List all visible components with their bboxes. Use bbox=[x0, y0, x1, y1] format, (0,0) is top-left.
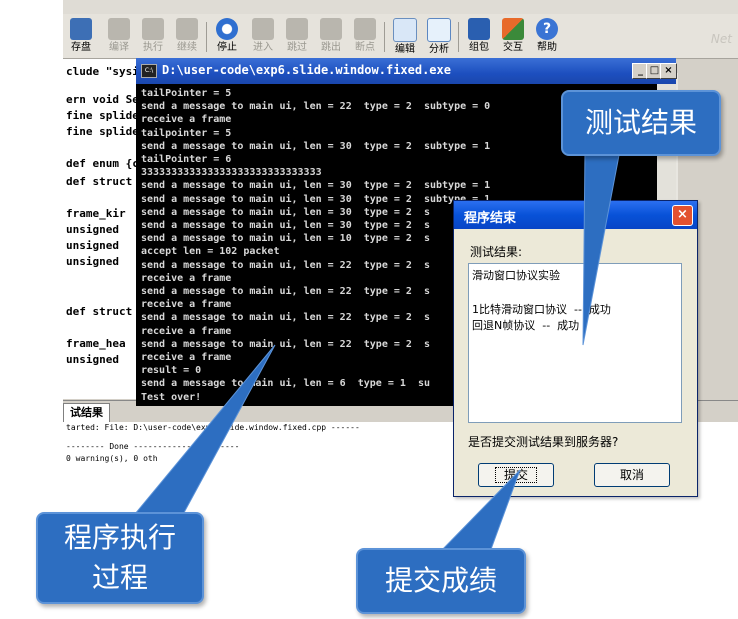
callout-pointer-test-result bbox=[582, 149, 621, 346]
callout-process: 程序执行 过程 bbox=[36, 512, 204, 604]
callout-process-line1: 程序执行 bbox=[63, 521, 176, 554]
callout-pointer-process bbox=[128, 344, 276, 521]
callout-process-line2: 过程 bbox=[91, 561, 148, 594]
callout-submit-grade: 提交成绩 bbox=[356, 548, 526, 614]
callout-test-result: 测试结果 bbox=[561, 90, 721, 156]
callout-pointer-submit bbox=[438, 469, 521, 553]
